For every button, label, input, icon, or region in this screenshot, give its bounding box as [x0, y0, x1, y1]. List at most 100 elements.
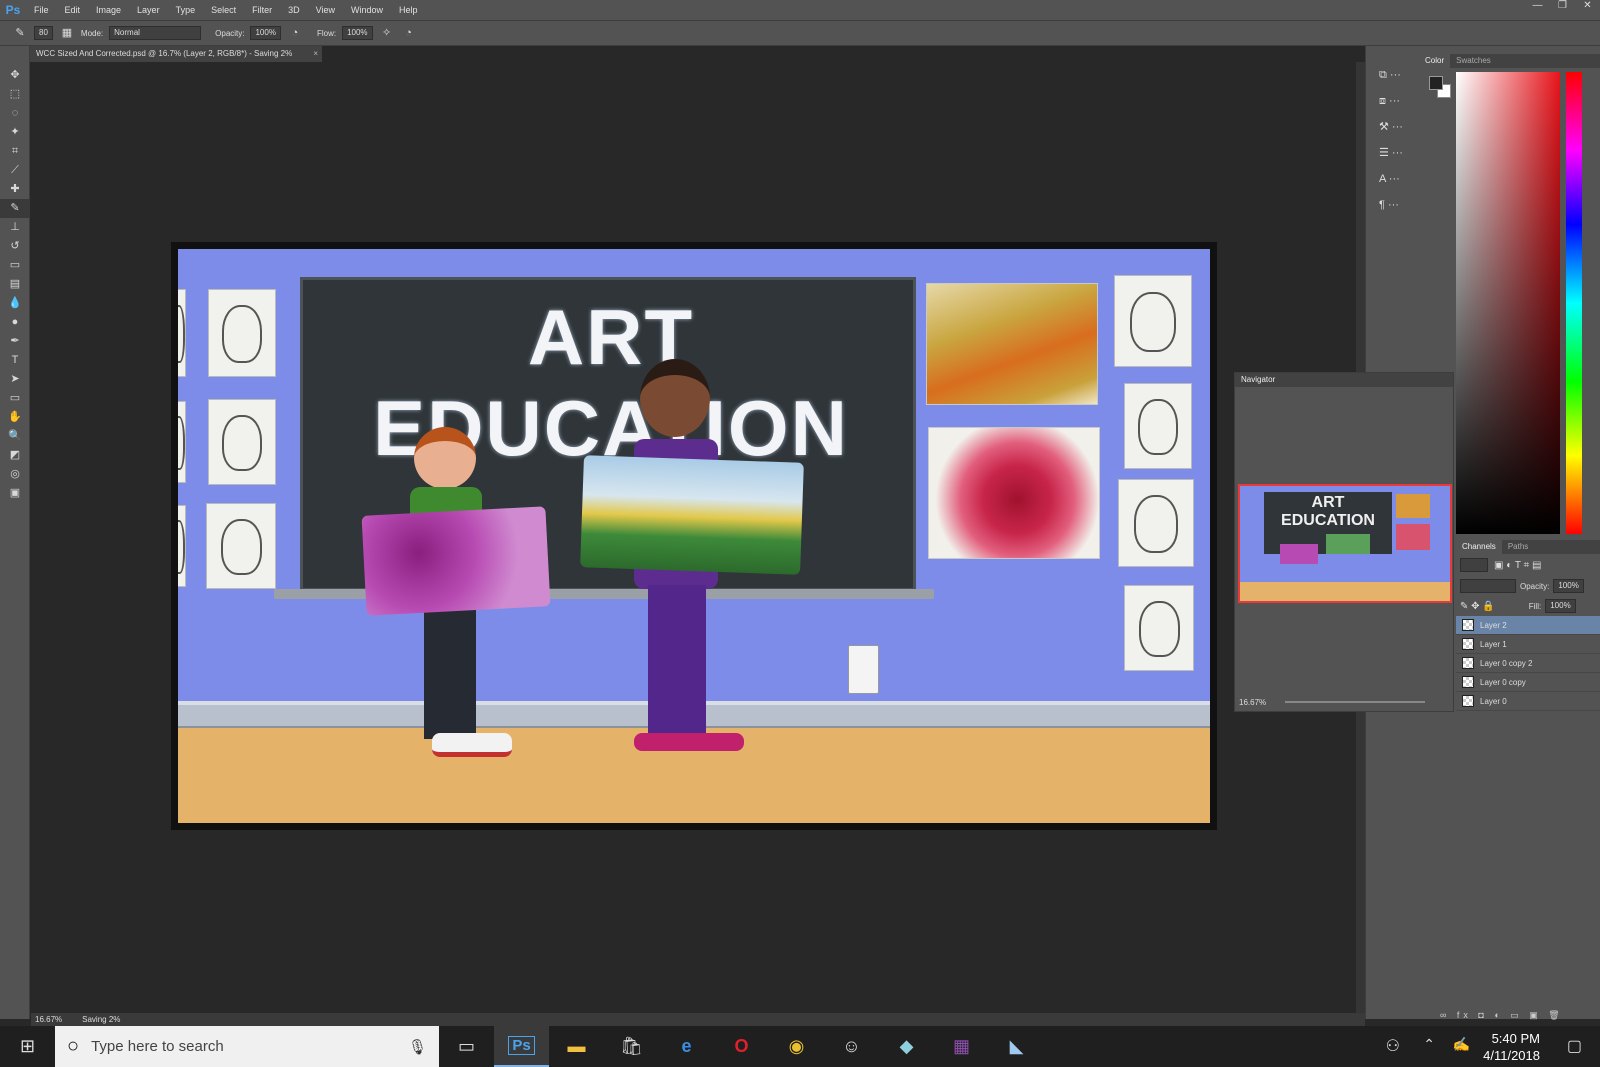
navigator-zoom-slider[interactable]: [1285, 701, 1425, 703]
quick-mask-icon[interactable]: ◎: [0, 465, 30, 484]
layer-row[interactable]: Layer 0 copy: [1456, 673, 1600, 692]
tab-channels[interactable]: Channels: [1456, 540, 1502, 554]
menu-edit[interactable]: Edit: [57, 5, 89, 15]
blend-mode-select[interactable]: [1460, 579, 1516, 593]
brush-panel-icon[interactable]: ▦: [59, 26, 75, 40]
file-explorer-icon[interactable]: ▬: [549, 1026, 604, 1067]
restore-button[interactable]: ❐: [1550, 0, 1575, 16]
menu-filter[interactable]: Filter: [244, 5, 280, 15]
mode-select[interactable]: Normal: [109, 26, 202, 40]
winrar-icon[interactable]: ▦: [934, 1026, 989, 1067]
microphone-icon[interactable]: 🎙: [408, 1038, 427, 1056]
marquee-tool-icon[interactable]: ⬚: [0, 85, 30, 104]
flow-input[interactable]: 100%: [342, 26, 373, 40]
tab-swatches[interactable]: Swatches: [1450, 54, 1497, 68]
menu-image[interactable]: Image: [88, 5, 129, 15]
task-view-icon[interactable]: ▭: [439, 1026, 494, 1067]
move-tool-icon[interactable]: ✥: [0, 66, 30, 85]
notifications-icon[interactable]: ▢: [1567, 1036, 1582, 1056]
path-selection-tool-icon[interactable]: ➤: [0, 370, 30, 389]
menu-window[interactable]: Window: [343, 5, 391, 15]
system-clock[interactable]: 5:40 PM 4/11/2018: [1483, 1030, 1540, 1064]
app-icon[interactable]: ◆: [879, 1026, 934, 1067]
boy-head: [414, 427, 476, 489]
layer-row[interactable]: Layer 0: [1456, 692, 1600, 711]
foreground-background-swatch[interactable]: [1429, 76, 1455, 102]
discord-icon[interactable]: ☺: [824, 1026, 879, 1067]
taskbar-search[interactable]: ○ Type here to search 🎙: [55, 1026, 439, 1067]
history-panel-icon[interactable]: ⧉ ···: [1373, 62, 1413, 88]
pressure-opacity-icon[interactable]: ◔: [287, 26, 303, 40]
menu-help[interactable]: Help: [391, 5, 426, 15]
gradient-tool-icon[interactable]: ▤: [0, 275, 30, 294]
layers-panel-footer-icons[interactable]: ∞ fx ◘ ◐ ▭ ▣ 🗑: [1440, 1010, 1600, 1024]
blur-tool-icon[interactable]: 💧: [0, 294, 30, 313]
hue-slider[interactable]: [1566, 72, 1582, 534]
store-icon[interactable]: 🛍: [604, 1026, 659, 1067]
app-icon-blue[interactable]: ◣: [989, 1026, 1044, 1067]
lock-icons[interactable]: ✎ ✥ 🔒: [1460, 601, 1495, 612]
magic-wand-tool-icon[interactable]: ✦: [0, 123, 30, 142]
healing-brush-tool-icon[interactable]: ✚: [0, 180, 30, 199]
minimize-button[interactable]: —: [1525, 0, 1550, 16]
people-icon[interactable]: ⚇: [1386, 1036, 1400, 1056]
layer-row[interactable]: Layer 2: [1456, 616, 1600, 635]
type-tool-icon[interactable]: T: [0, 351, 30, 370]
brush-size-picker[interactable]: 80: [34, 26, 53, 40]
eyedropper-tool-icon[interactable]: ⟋: [0, 161, 30, 180]
tab-color[interactable]: Color: [1419, 54, 1451, 68]
menu-view[interactable]: View: [308, 5, 343, 15]
brush-tool-icon[interactable]: ✎: [12, 26, 28, 40]
history-brush-tool-icon[interactable]: ↺: [0, 237, 30, 256]
edge-browser-icon[interactable]: e: [659, 1026, 714, 1067]
menu-3d[interactable]: 3D: [280, 5, 308, 15]
dodge-tool-icon[interactable]: ●: [0, 313, 30, 332]
menu-file[interactable]: File: [26, 5, 57, 15]
menu-type[interactable]: Type: [168, 5, 204, 15]
fill-input[interactable]: 100%: [1545, 599, 1576, 613]
layer-filter-select[interactable]: [1460, 558, 1488, 572]
color-swatches-icon[interactable]: ◩: [0, 446, 30, 465]
navigator-zoom[interactable]: 16.67%: [1239, 698, 1266, 707]
document-tab[interactable]: WCC Sized And Corrected.psd @ 16.7% (Lay…: [30, 46, 322, 62]
zoom-readout[interactable]: 16.67%: [35, 1015, 62, 1024]
close-tab-icon[interactable]: ×: [313, 46, 318, 62]
zoom-tool-icon[interactable]: 🔍: [0, 427, 30, 446]
pen-tool-icon[interactable]: ✒: [0, 332, 30, 351]
layer-filter-icons[interactable]: ▣ ◐ T ⌗ ▤: [1494, 560, 1541, 571]
navigator-preview[interactable]: ART EDUCATION: [1238, 484, 1452, 603]
start-button-icon[interactable]: ⊞: [0, 1026, 55, 1067]
hand-tool-icon[interactable]: ✋: [0, 408, 30, 427]
chrome-browser-icon[interactable]: ◉: [769, 1026, 824, 1067]
tab-paths[interactable]: Paths: [1502, 540, 1534, 554]
pressure-size-icon[interactable]: ◔: [401, 26, 417, 40]
document-canvas[interactable]: ART EDUCATION: [171, 242, 1217, 830]
layer-row[interactable]: Layer 0 copy 2: [1456, 654, 1600, 673]
pen-workspace-icon[interactable]: ✍: [1453, 1036, 1470, 1053]
brush-tool-icon[interactable]: ✎: [0, 199, 30, 218]
opera-browser-icon[interactable]: O: [714, 1026, 769, 1067]
adjustments-panel-icon[interactable]: ☰ ···: [1373, 140, 1413, 166]
photoshop-taskbar-icon[interactable]: Ps: [494, 1026, 549, 1067]
character-panel-icon[interactable]: A ···: [1373, 166, 1413, 192]
menu-layer[interactable]: Layer: [129, 5, 168, 15]
clone-stamp-tool-icon[interactable]: ⊥: [0, 218, 30, 237]
paragraph-panel-icon[interactable]: ¶ ···: [1373, 192, 1413, 218]
eraser-tool-icon[interactable]: ▭: [0, 256, 30, 275]
rectangle-tool-icon[interactable]: ▭: [0, 389, 30, 408]
layer-row[interactable]: Layer 1: [1456, 635, 1600, 654]
show-hidden-icons-icon[interactable]: ⌃: [1423, 1036, 1435, 1053]
airbrush-icon[interactable]: ✧: [379, 26, 395, 40]
clone-source-panel-icon[interactable]: ⧈ ···: [1373, 88, 1413, 114]
crop-tool-icon[interactable]: ⌗: [0, 142, 30, 161]
menu-select[interactable]: Select: [203, 5, 244, 15]
screen-mode-icon[interactable]: ▣: [0, 484, 30, 503]
wall-outlet: [848, 645, 879, 694]
opacity-label: Opacity:: [215, 28, 245, 38]
layer-opacity-input[interactable]: 100%: [1553, 579, 1584, 593]
opacity-input[interactable]: 100%: [250, 26, 281, 40]
lasso-tool-icon[interactable]: ◌: [0, 104, 30, 123]
close-button[interactable]: ✕: [1575, 0, 1600, 16]
color-picker-field[interactable]: [1456, 72, 1560, 534]
tool-presets-panel-icon[interactable]: ⚒ ···: [1373, 114, 1413, 140]
